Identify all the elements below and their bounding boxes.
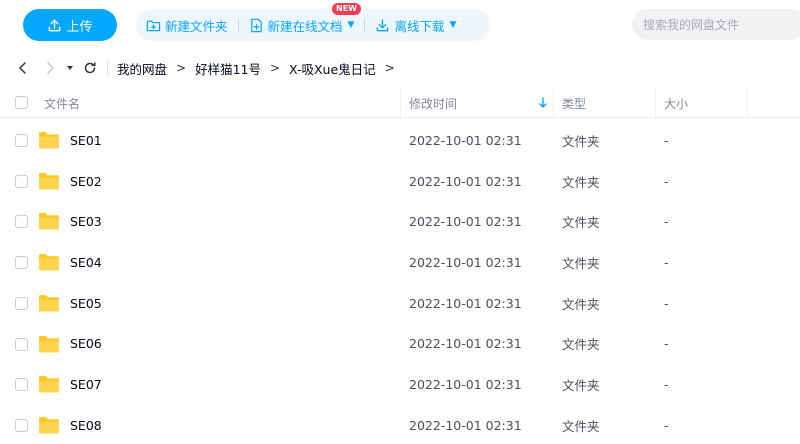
folder-icon: [39, 254, 59, 271]
table-header: 文件名 修改时间 类型 大小: [0, 88, 800, 118]
file-name[interactable]: SE07: [70, 364, 102, 405]
table-row[interactable]: SE02 2022-10-01 02:31 文件夹 -: [0, 161, 800, 202]
download-icon: [377, 18, 389, 31]
document-plus-icon: [250, 18, 262, 32]
select-all-checkbox[interactable]: [15, 96, 28, 109]
caret-down-icon[interactable]: [63, 57, 77, 79]
modified-time: 2022-10-01 02:31: [409, 295, 522, 311]
row-checkbox[interactable]: [15, 215, 28, 229]
file-name[interactable]: SE06: [70, 324, 102, 365]
row-checkbox[interactable]: [15, 337, 28, 351]
breadcrumb-separator: >: [269, 61, 281, 75]
table-row[interactable]: SE03 2022-10-01 02:31 文件夹 -: [0, 201, 800, 242]
file-name[interactable]: SE01: [70, 120, 102, 161]
row-checkbox[interactable]: [15, 418, 28, 432]
file-type: 文件夹: [562, 255, 600, 271]
toolbar: 上传 新建文件夹 新建在线文档 ▼ 离线下载 ▼ NEW 搜索我的网盘文件: [0, 0, 800, 50]
offline-download-label: 离线下载: [394, 18, 445, 34]
file-name[interactable]: SE03: [70, 201, 102, 242]
table-row[interactable]: SE08 2022-10-01 02:31 文件夹 -: [0, 405, 800, 444]
search-placeholder: 搜索我的网盘文件: [643, 18, 740, 32]
file-size: -: [664, 214, 669, 230]
file-type: 文件夹: [562, 378, 600, 394]
row-checkbox[interactable]: [15, 256, 28, 270]
breadcrumb-separator: >: [384, 61, 395, 75]
file-size: -: [664, 254, 669, 270]
new-folder-label: 新建文件夹: [165, 18, 228, 34]
offline-download-button[interactable]: 离线下载 ▼: [365, 9, 466, 41]
modified-time: 2022-10-01 02:31: [409, 173, 522, 189]
column-header-modified[interactable]: 修改时间: [409, 88, 457, 118]
table-row[interactable]: SE06 2022-10-01 02:31 文件夹 -: [0, 324, 800, 365]
upload-icon: [49, 19, 61, 31]
table-row[interactable]: SE04 2022-10-01 02:31 文件夹 -: [0, 242, 800, 283]
new-folder-button[interactable]: 新建文件夹: [136, 9, 238, 41]
file-size: -: [664, 295, 669, 311]
modified-time: 2022-10-01 02:31: [409, 214, 522, 230]
column-header-name[interactable]: 文件名: [44, 88, 80, 118]
file-type: 文件夹: [562, 296, 600, 312]
row-checkbox[interactable]: [15, 296, 28, 310]
file-type: 文件夹: [562, 418, 600, 434]
column-header-size[interactable]: 大小: [664, 88, 688, 118]
folder-icon: [39, 172, 59, 190]
arrow-left-icon[interactable]: [12, 57, 34, 79]
file-name[interactable]: SE05: [70, 283, 102, 324]
file-type: 文件夹: [562, 133, 600, 149]
folder-icon: [39, 416, 59, 434]
file-name[interactable]: SE02: [70, 161, 102, 202]
caret-down-icon: ▼: [347, 20, 355, 30]
file-type: 文件夹: [562, 174, 600, 190]
table-row[interactable]: SE07 2022-10-01 02:31 文件夹 -: [0, 364, 800, 405]
file-type: 文件夹: [562, 337, 600, 353]
modified-time: 2022-10-01 02:31: [409, 132, 522, 148]
folder-icon: [39, 335, 59, 352]
modified-time: 2022-10-01 02:31: [409, 417, 522, 433]
search-input[interactable]: 搜索我的网盘文件: [632, 9, 800, 40]
row-checkbox[interactable]: [15, 378, 28, 392]
column-divider: [747, 88, 748, 118]
folder-icon: [39, 132, 59, 149]
column-divider: [655, 88, 656, 118]
new-online-doc-label: 新建在线文档: [267, 18, 343, 34]
table-row[interactable]: SE01 2022-10-01 02:31 文件夹 -: [0, 120, 800, 161]
breadcrumb-separator: >: [176, 61, 187, 75]
upload-button[interactable]: 上传: [23, 9, 117, 41]
breadcrumb-current-folder[interactable]: X-吸Xue鬼日记: [289, 59, 376, 78]
file-type: 文件夹: [562, 215, 600, 231]
file-size: -: [664, 336, 669, 352]
modified-time: 2022-10-01 02:31: [409, 254, 522, 270]
arrow-right-icon[interactable]: [39, 57, 61, 79]
row-checkbox[interactable]: [15, 134, 28, 147]
folder-icon: [39, 294, 59, 312]
file-size: -: [664, 377, 669, 393]
navigation-bar: 我的网盘 > 好样猫11号 > X-吸Xue鬼日记 >: [0, 52, 800, 84]
breadcrumb-my-drive[interactable]: 我的网盘: [117, 59, 167, 78]
folder-icon: [39, 376, 59, 393]
breadcrumb-folder[interactable]: 好样猫11号: [195, 59, 261, 78]
file-name[interactable]: SE08: [70, 405, 102, 444]
new-badge: NEW: [332, 3, 361, 15]
folder-plus-icon: [146, 20, 161, 31]
file-name[interactable]: SE04: [70, 242, 102, 283]
modified-time: 2022-10-01 02:31: [409, 377, 522, 393]
upload-label: 上传: [66, 19, 93, 35]
divider: [107, 61, 108, 75]
column-header-type[interactable]: 类型: [562, 88, 586, 118]
folder-icon: [39, 213, 59, 230]
file-size: -: [664, 132, 669, 148]
file-size: -: [664, 417, 669, 433]
refresh-icon[interactable]: [79, 57, 101, 79]
sort-descending-icon[interactable]: [537, 96, 549, 110]
file-size: -: [664, 173, 669, 189]
column-divider: [400, 88, 401, 118]
row-checkbox[interactable]: [15, 174, 28, 188]
caret-down-icon: ▼: [449, 20, 457, 30]
table-row[interactable]: SE05 2022-10-01 02:31 文件夹 -: [0, 283, 800, 324]
column-divider: [553, 88, 554, 118]
modified-time: 2022-10-01 02:31: [409, 336, 522, 352]
action-group: 新建文件夹 新建在线文档 ▼ 离线下载 ▼ NEW: [136, 3, 490, 41]
